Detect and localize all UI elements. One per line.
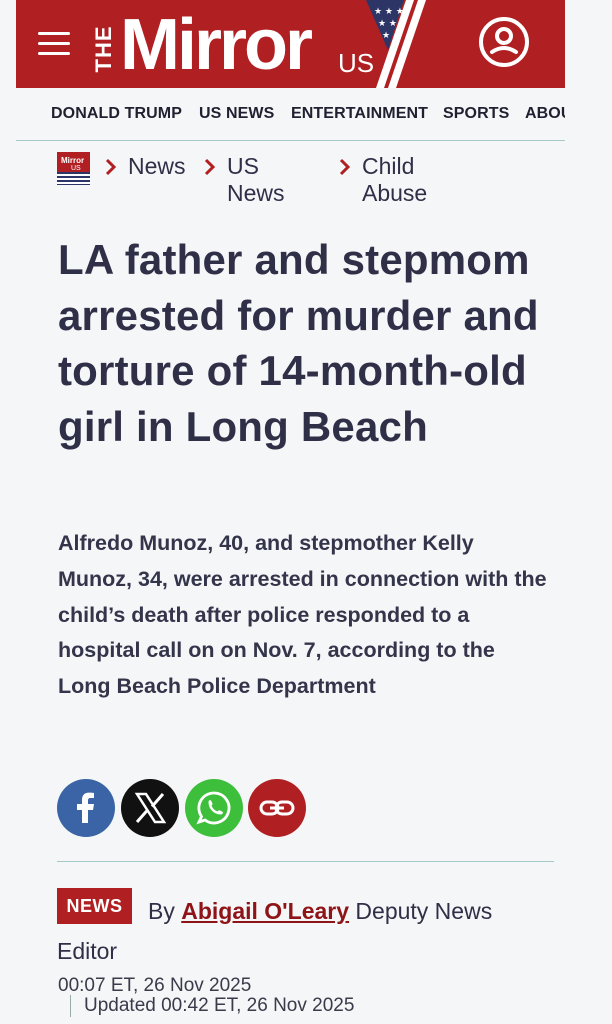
facebook-icon bbox=[77, 792, 94, 823]
site-header: THE Mirror US ★ ★ ★ ★ ★ ★ bbox=[16, 0, 565, 88]
breadcrumb-child-abuse[interactable]: Child Abuse bbox=[362, 153, 427, 207]
article-headline: LA father and stepmom arrested for murde… bbox=[58, 236, 539, 450]
link-icon bbox=[259, 800, 295, 816]
breadcrumb-us-news[interactable]: US News bbox=[227, 153, 285, 207]
nav-item-donald-trump[interactable]: DONALD TRUMP bbox=[51, 105, 182, 123]
whatsapp-share-button[interactable] bbox=[185, 779, 243, 837]
divider bbox=[57, 861, 554, 862]
article-standfirst: Alfredo Munoz, 40, and stepmother Kelly … bbox=[58, 531, 547, 699]
byline: By Abigail O'Leary Deputy News Editor bbox=[57, 898, 493, 964]
user-account-icon[interactable] bbox=[478, 16, 530, 68]
us-flag-decoration: ★ ★ ★ ★ ★ ★ bbox=[366, 0, 426, 88]
nav-item-entertainment[interactable]: ENTERTAINMENT bbox=[291, 105, 428, 123]
logo-the-text: THE bbox=[91, 25, 116, 73]
breadcrumb-news[interactable]: News bbox=[128, 153, 186, 180]
author-link[interactable]: Abigail O'Leary bbox=[181, 898, 349, 924]
svg-text:★ ★ ★: ★ ★ ★ bbox=[374, 7, 404, 17]
whatsapp-icon bbox=[196, 791, 231, 825]
nav-item-us-news[interactable]: US NEWS bbox=[199, 105, 274, 123]
facebook-share-button[interactable] bbox=[57, 779, 115, 837]
chevron-right-icon bbox=[105, 158, 117, 176]
svg-text:★: ★ bbox=[382, 31, 390, 41]
breadcrumb-home-logo[interactable]: Mirror US bbox=[57, 152, 90, 185]
published-date: 00:07 ET, 26 Nov 2025 bbox=[58, 975, 252, 996]
nav-item-about[interactable]: ABOU bbox=[525, 105, 565, 123]
nav-item-sports[interactable]: SPORTS bbox=[443, 105, 509, 123]
copy-link-button[interactable] bbox=[248, 779, 306, 837]
section-nav: DONALD TRUMP US NEWS ENTERTAINMENT SPORT… bbox=[16, 88, 565, 141]
chevron-right-icon bbox=[204, 158, 216, 176]
logo-name-text: Mirror bbox=[120, 5, 313, 85]
updated-date: Updated 00:42 ET, 26 Nov 2025 bbox=[70, 995, 354, 1017]
svg-text:★ ★: ★ ★ bbox=[378, 19, 397, 29]
chevron-right-icon bbox=[339, 158, 351, 176]
x-share-button[interactable] bbox=[121, 779, 179, 837]
flag-stripes-icon bbox=[57, 172, 90, 185]
hamburger-menu-icon[interactable] bbox=[38, 32, 70, 56]
x-icon bbox=[134, 792, 167, 824]
